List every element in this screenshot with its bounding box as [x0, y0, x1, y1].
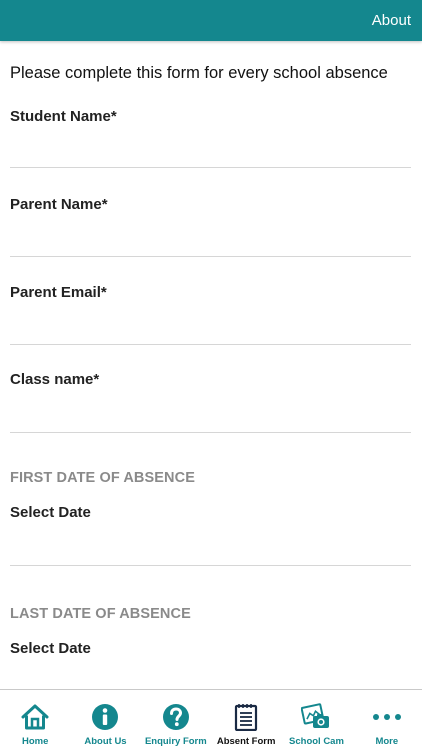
tab-more-label: More: [375, 736, 399, 747]
parent-email-input[interactable]: [10, 315, 411, 345]
app-header: About: [0, 0, 422, 41]
question-icon: [161, 703, 191, 731]
tab-home-label: Home: [21, 736, 49, 747]
first-absence-title: FIRST DATE OF ABSENCE: [10, 470, 195, 486]
first-absence-date-label: Select Date: [10, 504, 91, 521]
tab-more[interactable]: More: [352, 690, 422, 750]
parent-email-label: Parent Email*: [10, 284, 107, 301]
student-name-label: Student Name*: [10, 108, 117, 125]
student-name-input[interactable]: [10, 138, 411, 168]
class-name-label: Class name*: [10, 371, 100, 388]
last-absence-date-input[interactable]: [10, 672, 411, 689]
last-absence-date-field: Select Date: [10, 640, 411, 689]
last-absence-title: LAST DATE OF ABSENCE: [10, 606, 191, 622]
tab-school-cam-label: School Cam: [289, 736, 344, 747]
tab-school-cam[interactable]: School Cam: [281, 690, 351, 750]
more-dots-icon: [372, 703, 402, 731]
first-absence-date-input[interactable]: [10, 536, 411, 566]
first-absence-date-field: Select Date: [10, 504, 411, 566]
parent-email-field: Parent Email*: [10, 284, 411, 345]
info-icon: [90, 703, 120, 731]
student-name-field: Student Name*: [10, 108, 411, 168]
tab-enquiry-form[interactable]: Enquiry Form: [141, 690, 211, 750]
about-link[interactable]: About: [372, 12, 411, 29]
tab-enquiry-form-label: Enquiry Form: [144, 736, 207, 747]
last-absence-date-label: Select Date: [10, 640, 91, 657]
form-intro: Please complete this form for every scho…: [10, 64, 388, 82]
class-name-field: Class name*: [10, 371, 411, 433]
parent-name-input[interactable]: [10, 227, 411, 257]
bottom-tab-bar: Home About Us Enquiry Form Absent Form S…: [0, 689, 422, 750]
tab-absent-form[interactable]: Absent Form: [211, 690, 281, 750]
tab-about-us[interactable]: About Us: [70, 690, 140, 750]
notepad-icon: [231, 703, 261, 731]
parent-name-field: Parent Name*: [10, 196, 411, 257]
camera-photo-icon: [301, 703, 331, 731]
home-icon: [20, 703, 50, 731]
absence-form: Please complete this form for every scho…: [0, 41, 422, 689]
tab-about-us-label: About Us: [84, 736, 127, 747]
tab-absent-form-label: Absent Form: [216, 736, 276, 747]
parent-name-label: Parent Name*: [10, 196, 108, 213]
class-name-input[interactable]: [10, 403, 411, 433]
tab-home[interactable]: Home: [0, 690, 70, 750]
